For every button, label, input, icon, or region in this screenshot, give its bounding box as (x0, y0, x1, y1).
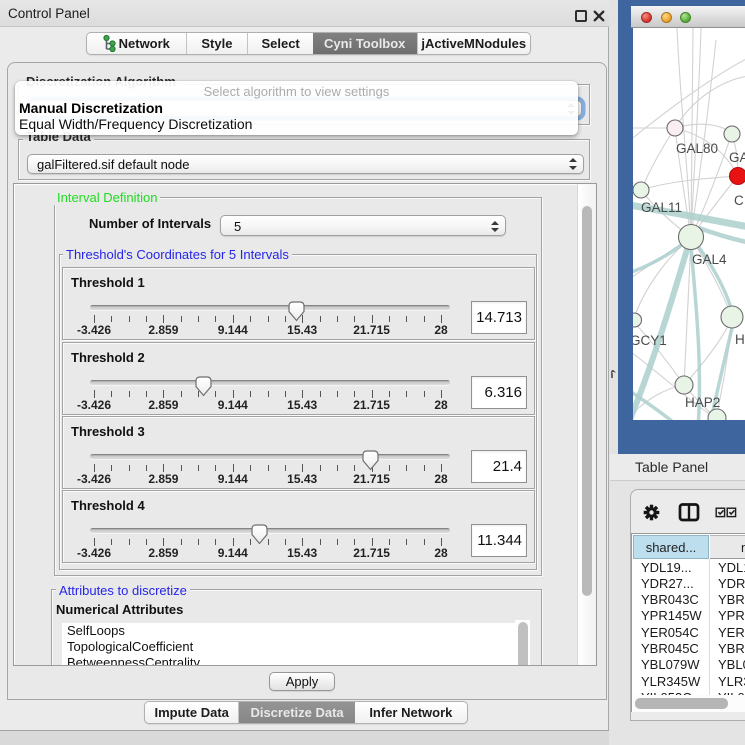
svg-text:GCY1: GCY1 (633, 333, 667, 348)
svg-text:HAP2: HAP2 (685, 395, 720, 410)
svg-text:H: H (735, 332, 745, 347)
svg-text:GAL4: GAL4 (692, 252, 727, 267)
svg-text:GAL11: GAL11 (641, 200, 682, 215)
svg-text:GA: GA (729, 150, 745, 165)
svg-text:GAL80: GAL80 (676, 141, 718, 156)
svg-text:C: C (734, 193, 744, 208)
